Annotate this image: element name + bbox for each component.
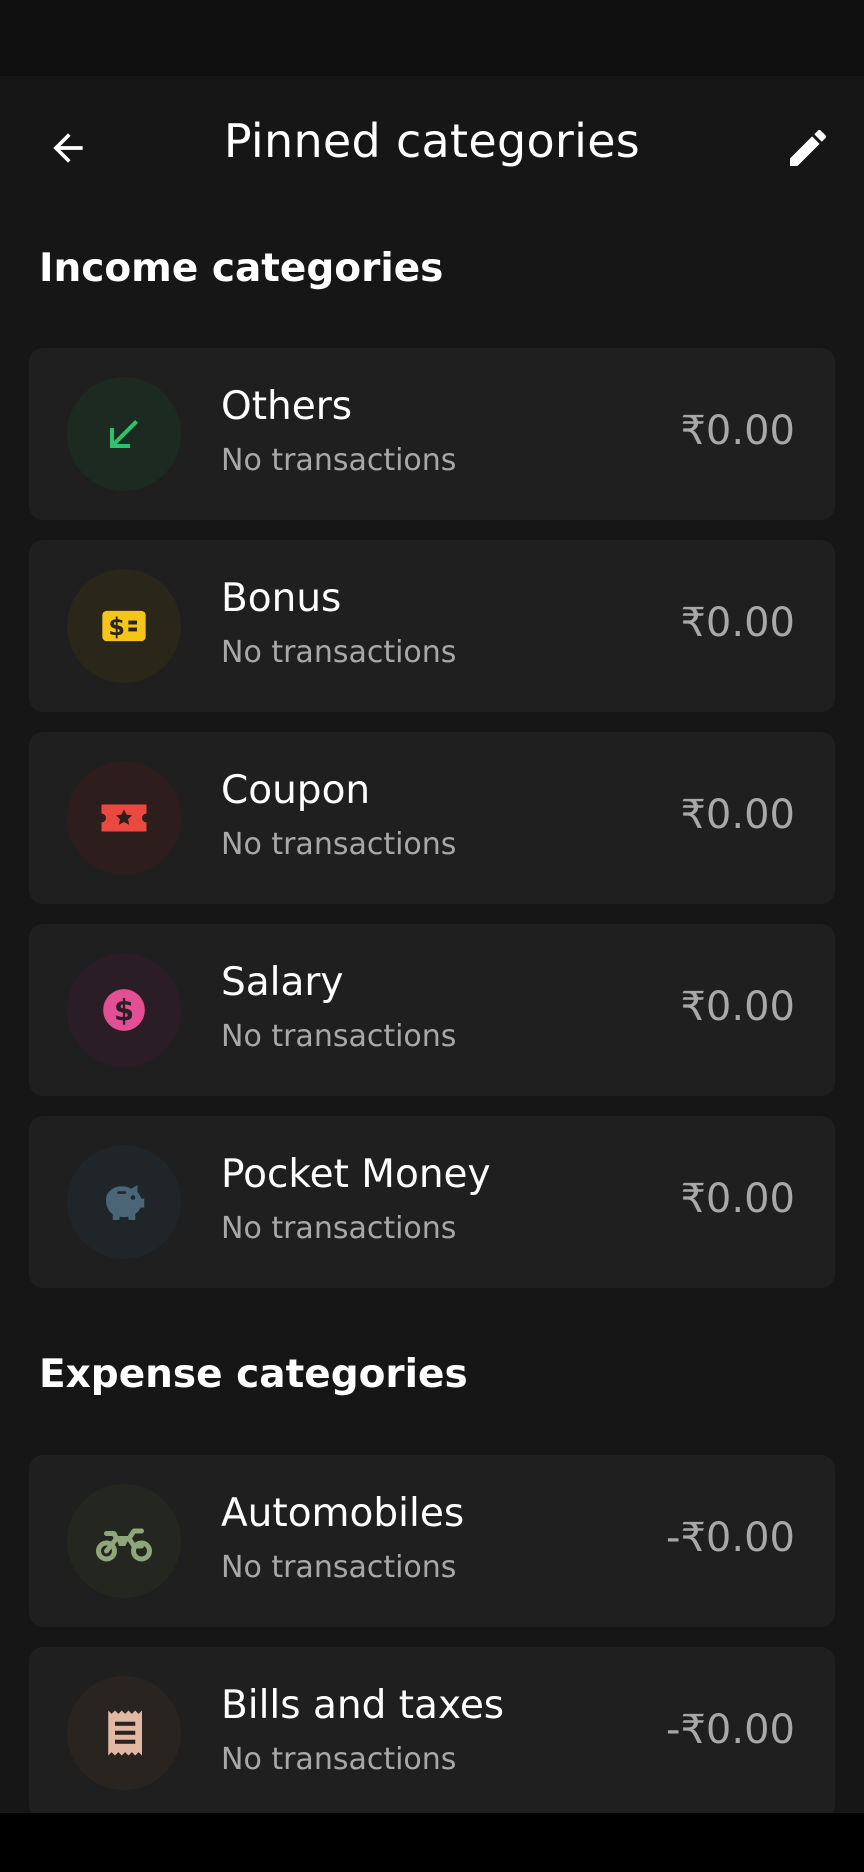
category-icon-circle [67,1145,181,1259]
ticket-icon [101,804,147,832]
system-navigation-bar [0,1813,864,1872]
category-status: No transactions [221,443,457,478]
category-icon-circle: $ [67,953,181,1067]
category-icon-circle [67,1676,181,1790]
expense-section-title: Expense categories [39,1352,468,1397]
category-status: No transactions [221,1019,457,1054]
category-name: Pocket Money [221,1152,491,1197]
category-card-salary[interactable]: $ Salary No transactions ₹0.00 [29,924,835,1096]
svg-text:$: $ [108,613,125,641]
pencil-icon [790,129,827,166]
category-icon-circle [67,1484,181,1598]
app-bar: Pinned categories [0,76,864,212]
motorcycle-icon [95,1528,153,1562]
category-amount: -₹0.00 [666,1515,795,1561]
category-name: Automobiles [221,1491,465,1536]
category-card-coupon[interactable]: Coupon No transactions ₹0.00 [29,732,835,904]
category-card-automobiles[interactable]: Automobiles No transactions -₹0.00 [29,1455,835,1627]
category-amount: ₹0.00 [680,792,795,838]
category-name: Bills and taxes [221,1683,505,1728]
category-card-bonus[interactable]: $ Bonus No transactions ₹0.00 [29,540,835,712]
edit-button[interactable] [776,116,840,180]
category-name: Coupon [221,768,371,813]
svg-text:$: $ [114,993,134,1027]
category-card-others[interactable]: Others No transactions ₹0.00 [29,348,835,520]
category-icon-circle [67,761,181,875]
category-name: Salary [221,960,344,1005]
dollar-coin-icon: $ [103,989,145,1031]
category-status: No transactions [221,635,457,670]
category-amount: ₹0.00 [680,984,795,1030]
piggy-bank-icon [106,1185,145,1220]
category-amount: ₹0.00 [680,600,795,646]
cash-icon: $ [102,610,146,642]
income-section-title: Income categories [39,246,444,291]
category-amount: -₹0.00 [666,1707,795,1753]
page-title: Pinned categories [223,114,641,168]
category-status: No transactions [221,1742,457,1777]
status-bar [0,0,864,76]
category-amount: ₹0.00 [680,408,795,454]
category-icon-circle [67,377,181,491]
category-status: No transactions [221,1211,457,1246]
receipt-icon [108,1710,142,1756]
category-card-bills-and-taxes[interactable]: Bills and taxes No transactions -₹0.00 [29,1647,835,1819]
category-icon-circle: $ [67,569,181,683]
category-name: Others [221,384,353,429]
category-name: Bonus [221,576,342,621]
category-amount: ₹0.00 [680,1176,795,1222]
category-card-pocket-money[interactable]: Pocket Money No transactions ₹0.00 [29,1116,835,1288]
category-status: No transactions [221,827,457,862]
arrow-down-left-icon [110,420,138,448]
category-status: No transactions [221,1550,457,1585]
